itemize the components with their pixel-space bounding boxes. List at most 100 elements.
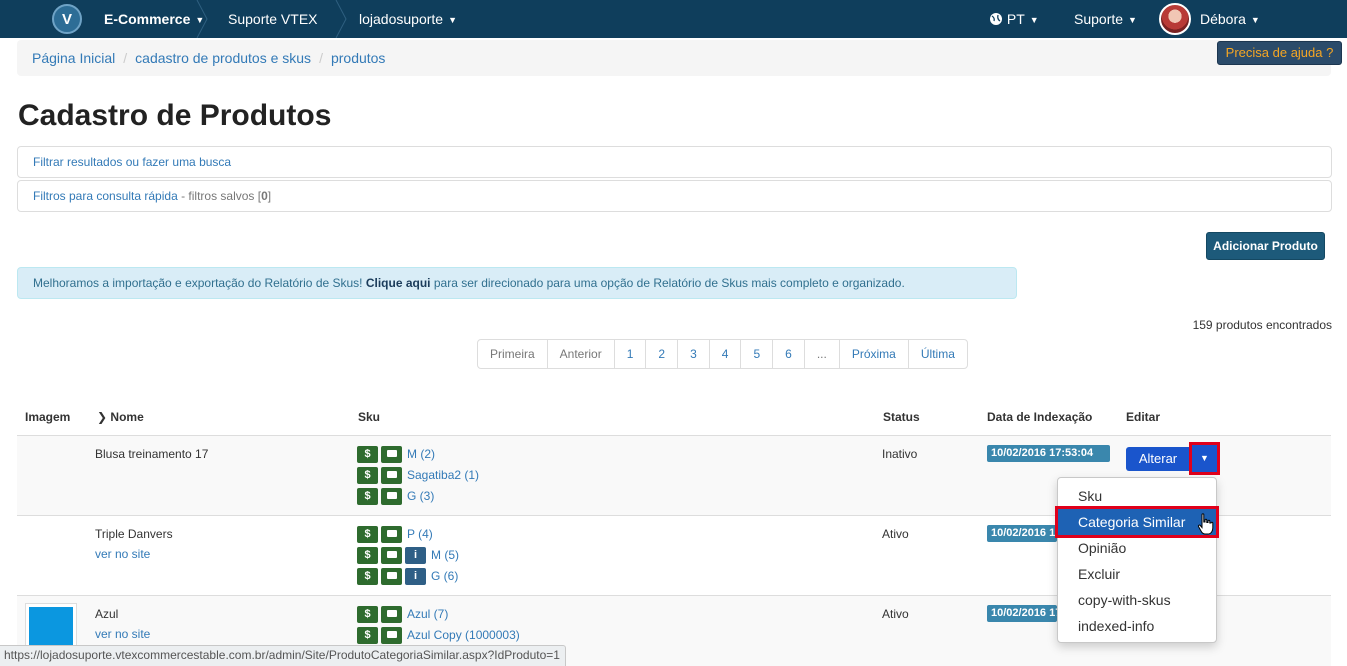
edit-dropdown-toggle[interactable]: ▼ — [1189, 442, 1220, 475]
sku-link[interactable]: Sagatiba2 (1) — [407, 468, 479, 482]
breadcrumb-catalog[interactable]: cadastro de produtos e skus — [135, 50, 311, 66]
browser-status-url: https://lojadosuporte.vtexcommercestable… — [0, 645, 566, 666]
truck-icon[interactable] — [381, 525, 402, 543]
alert-link[interactable]: Clique aqui — [366, 276, 431, 290]
nav-separator-icon — [334, 0, 348, 38]
sku-entry: $ Azul Copy (1000003) — [357, 626, 520, 644]
sku-link[interactable]: G (3) — [407, 489, 434, 503]
product-name: Azul — [95, 607, 119, 621]
user-avatar[interactable] — [1159, 3, 1191, 35]
menu-item-indexed-info[interactable]: indexed-info — [1058, 613, 1216, 639]
support-label: Suporte — [1074, 11, 1124, 27]
page-first[interactable]: Primeira — [478, 340, 547, 368]
help-button[interactable]: Precisa de ajuda ? — [1217, 41, 1342, 65]
status-text: Inativo — [882, 447, 918, 461]
price-dollar-icon[interactable]: $ — [357, 626, 378, 644]
truck-icon[interactable] — [381, 605, 402, 623]
menu-item-copy-with-skus[interactable]: copy-with-skus — [1058, 587, 1216, 613]
nav-app-ecommerce[interactable]: E-Commerce ▼ — [104, 0, 204, 38]
sku-entry: $ M (2) — [357, 445, 435, 463]
nav-store-selector[interactable]: lojadosuporte ▼ — [359, 0, 457, 38]
chevron-down-icon: ▼ — [1128, 15, 1137, 25]
breadcrumb-separator: / — [123, 50, 128, 66]
price-dollar-icon[interactable]: $ — [357, 525, 378, 543]
page-1[interactable]: 1 — [613, 340, 646, 368]
view-on-site-label[interactable]: ver no site — [95, 627, 150, 641]
caret-down-icon: ▼ — [1200, 453, 1209, 463]
menu-item-opiniao[interactable]: Opinião — [1058, 535, 1216, 561]
column-header-sku: Sku — [358, 410, 381, 424]
column-header-name[interactable]: ❯ Nome — [97, 410, 144, 424]
menu-item-excluir[interactable]: Excluir — [1058, 561, 1216, 587]
nav-store-label: lojadosuporte — [359, 11, 444, 27]
results-count: 159 produtos encontrados — [1192, 318, 1332, 332]
page-2[interactable]: 2 — [645, 340, 677, 368]
truck-icon[interactable] — [381, 487, 402, 505]
view-on-site-link[interactable]: ver no site — [95, 547, 150, 561]
sku-link[interactable]: Azul Copy (1000003) — [407, 628, 520, 642]
product-name: Triple Danvers — [95, 527, 173, 541]
edit-dropdown-menu: Sku Categoria Similar Opinião Excluir co… — [1055, 477, 1219, 643]
page-5[interactable]: 5 — [740, 340, 772, 368]
truck-icon[interactable] — [381, 445, 402, 463]
pagination: Primeira Anterior 1 2 3 4 5 6 ... Próxim… — [477, 339, 968, 369]
sku-link[interactable]: P (4) — [407, 527, 433, 541]
sku-link[interactable]: M (2) — [407, 447, 435, 461]
truck-icon[interactable] — [381, 626, 402, 644]
support-menu[interactable]: Suporte ▼ — [1074, 0, 1137, 38]
quick-filter-toggle[interactable]: Filtros para consulta rápida — [33, 189, 178, 203]
search-filter-toggle[interactable]: Filtrar resultados ou fazer uma busca — [33, 155, 231, 169]
page-ellipsis: ... — [803, 340, 839, 368]
alert-text: Melhoramos a importação e exportação do … — [33, 276, 366, 290]
alert-text-end: para ser direcionado para uma opção de R… — [430, 276, 905, 290]
page-6[interactable]: 6 — [772, 340, 804, 368]
price-dollar-icon[interactable]: $ — [357, 445, 378, 463]
truck-icon[interactable] — [381, 466, 402, 484]
alter-button[interactable]: Alterar — [1126, 447, 1190, 471]
chevron-down-icon: ▼ — [1029, 15, 1039, 25]
chevron-down-icon: ▼ — [448, 15, 457, 25]
sort-chevron-right-icon: ❯ — [97, 410, 108, 424]
price-dollar-icon[interactable]: $ — [357, 605, 378, 623]
info-icon[interactable]: i — [405, 567, 426, 585]
price-dollar-icon[interactable]: $ — [357, 487, 378, 505]
search-filter-panel[interactable]: Filtrar resultados ou fazer uma busca — [17, 146, 1332, 178]
page-previous[interactable]: Anterior — [546, 340, 614, 368]
column-header-status: Status — [883, 410, 920, 424]
index-date-badge: 10/02/2016 17:53:04 — [987, 445, 1110, 462]
view-on-site-label[interactable]: ver no site — [95, 547, 150, 561]
breadcrumb-home[interactable]: Página Inicial — [32, 50, 115, 66]
menu-item-categoria-similar[interactable]: Categoria Similar — [1055, 506, 1219, 538]
page-4[interactable]: 4 — [708, 340, 741, 368]
language-selector[interactable]: PT ▼ — [989, 0, 1039, 38]
truck-icon[interactable] — [381, 567, 402, 585]
user-menu[interactable]: Débora ▼ — [1200, 0, 1260, 38]
vtex-logo-icon[interactable]: V — [52, 4, 82, 34]
column-header-edit: Editar — [1126, 410, 1161, 424]
price-dollar-icon[interactable]: $ — [357, 546, 378, 564]
chevron-down-icon: ▼ — [1250, 15, 1260, 25]
truck-icon[interactable] — [381, 546, 402, 564]
breadcrumb: Página Inicial / cadastro de produtos e sk… — [17, 40, 1331, 76]
hand-pointer-icon — [1197, 513, 1214, 535]
info-icon[interactable]: i — [405, 546, 426, 564]
sku-entry: $ i M (5) — [357, 546, 459, 564]
top-navbar: V E-Commerce ▼ Suporte VTEX lojadosuporte… — [0, 0, 1347, 38]
price-dollar-icon[interactable]: $ — [357, 567, 378, 585]
breadcrumb-products[interactable]: produtos — [331, 50, 385, 66]
sku-entry: $ Sagatiba2 (1) — [357, 466, 479, 484]
nav-account-suporte-vtex[interactable]: Suporte VTEX — [228, 0, 318, 38]
status-text: Ativo — [882, 527, 909, 541]
add-product-button[interactable]: Adicionar Produto — [1206, 232, 1325, 260]
price-dollar-icon[interactable]: $ — [357, 466, 378, 484]
quick-filter-panel[interactable]: Filtros para consulta rápida - filtros s… — [17, 180, 1332, 212]
view-on-site-link[interactable]: ver no site — [95, 627, 150, 641]
page-next[interactable]: Próxima — [838, 340, 908, 368]
sku-link[interactable]: Azul (7) — [407, 607, 448, 621]
page-3[interactable]: 3 — [677, 340, 709, 368]
page-last[interactable]: Última — [907, 340, 967, 368]
product-name: Blusa treinamento 17 — [95, 447, 209, 461]
sku-link[interactable]: M (5) — [431, 548, 459, 562]
sku-link[interactable]: G (6) — [431, 569, 458, 583]
column-header-image: Imagem — [25, 410, 71, 424]
